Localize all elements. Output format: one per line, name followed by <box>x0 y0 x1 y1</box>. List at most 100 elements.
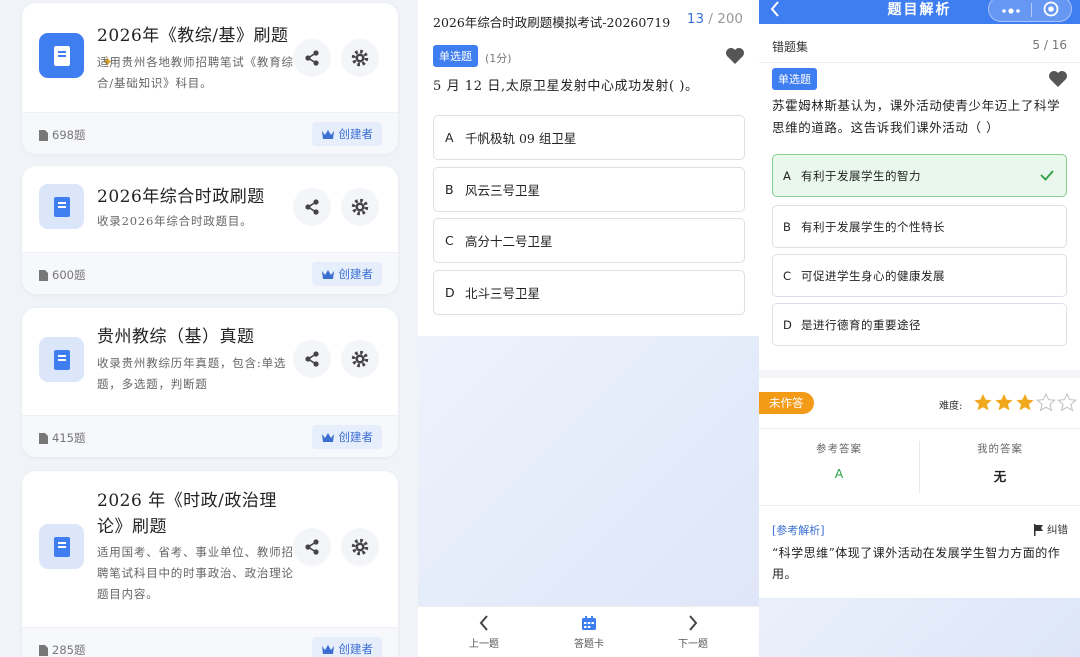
my-answer: 我的答案 无 <box>920 441 1080 485</box>
chevron-right-icon <box>689 615 698 631</box>
status-badge: 未作答 <box>759 392 814 414</box>
crown-icon <box>321 432 334 442</box>
report-error-button[interactable]: 纠错 <box>1033 522 1068 537</box>
option-a[interactable]: A 千帆极轨 09 组卫星 <box>433 115 745 160</box>
option-c[interactable]: C 高分十二号卫星 <box>433 218 745 263</box>
bank-title: 2026年综合时政刷题 <box>97 187 265 207</box>
chevron-left-icon <box>479 615 488 631</box>
question-text: 5 月 12 日,太原卫星发射中心成功发射( )。 <box>433 79 699 94</box>
book-icon <box>39 337 84 382</box>
question-count: 698题 <box>39 127 85 143</box>
background-area <box>759 598 1080 657</box>
more-dots-icon <box>1002 8 1020 14</box>
option-text: 可促进学生身心的健康发展 <box>801 268 945 283</box>
option-letter: C <box>445 233 454 248</box>
bank-description: 收录2026年综合时政题目。 <box>97 214 253 228</box>
bank-footer: 600题 创建者 <box>22 252 398 294</box>
divider <box>759 62 1080 63</box>
prev-question-button[interactable]: 上一题 <box>444 611 524 650</box>
gear-icon <box>351 350 369 368</box>
book-icon <box>39 524 84 569</box>
exam-title: 2026年综合时政刷题模拟考试-20260719 <box>433 15 671 30</box>
set-progress: 5 / 16 <box>1032 38 1067 52</box>
share-button[interactable] <box>293 340 331 378</box>
difficulty-stars <box>973 393 1077 412</box>
check-icon <box>1040 170 1054 181</box>
close-capsule-button[interactable] <box>1040 0 1062 18</box>
settings-button[interactable] <box>341 188 379 226</box>
bank-footer: 415题 创建者 <box>22 415 398 457</box>
question-type-badge: 单选题 <box>772 68 817 90</box>
creator-badge: 创建者 <box>311 122 382 146</box>
star-filled-icon <box>995 394 1013 411</box>
explanation-heading: [参考解析] <box>772 524 825 537</box>
share-button[interactable] <box>293 188 331 226</box>
option-letter: A <box>445 130 454 145</box>
share-icon <box>305 50 319 66</box>
option-text: 是进行德育的重要途径 <box>801 317 921 332</box>
gear-icon <box>351 198 369 216</box>
question-count: 415题 <box>39 430 85 446</box>
favorite-button[interactable] <box>1048 70 1068 92</box>
share-icon <box>305 351 319 367</box>
difficulty-label: 难度: <box>939 401 963 412</box>
book-icon <box>39 33 84 78</box>
exam-bottom-nav: 上一题 答题卡 下一题 <box>418 606 759 657</box>
bank-card[interactable]: 2026 年《时政/政治理论》刷题 适用国考、省考、事业单位、教师招聘笔试科目中… <box>22 471 398 657</box>
target-icon <box>1043 1 1059 17</box>
favorite-button[interactable] <box>725 47 745 69</box>
settings-button[interactable] <box>341 39 379 77</box>
share-button[interactable] <box>293 39 331 77</box>
answer-card-button[interactable]: 答题卡 <box>549 611 629 650</box>
more-button[interactable] <box>999 0 1023 18</box>
star-empty-icon <box>1036 393 1056 412</box>
option-text: 高分十二号卫星 <box>465 234 553 249</box>
bank-title: 2026 年《时政/政治理论》刷题 <box>97 491 277 537</box>
bank-description: 适用国考、省考、事业单位、教师招聘笔试科目中的时事政治、政治理论题目内容。 <box>97 545 294 601</box>
option-text: 风云三号卫星 <box>465 183 541 198</box>
settings-button[interactable] <box>341 528 379 566</box>
option-d: D 是进行德育的重要途径 <box>772 303 1067 346</box>
settings-button[interactable] <box>341 340 379 378</box>
ref-answer-label: 参考答案 <box>816 443 862 455</box>
question-count: 285题 <box>39 642 85 657</box>
creator-badge: 创建者 <box>311 637 382 657</box>
option-d[interactable]: D 北斗三号卫星 <box>433 270 745 315</box>
document-icon <box>39 269 48 281</box>
star-filled-icon <box>974 394 992 411</box>
share-icon <box>305 539 319 555</box>
option-letter: A <box>783 168 792 183</box>
calendar-icon <box>582 616 596 630</box>
question-type-badge: 单选题 <box>433 45 478 67</box>
explanation-text: “科学思维”体现了课外活动在发展学生智力方面的作用。 <box>772 546 1061 581</box>
option-letter: C <box>783 268 792 283</box>
book-icon <box>39 184 84 229</box>
bank-card[interactable]: 2026年《教综/基》刷题✦ 适用贵州各地教师招聘笔试《教育综合/基础知识》科目… <box>22 3 398 154</box>
divider <box>759 505 1080 506</box>
share-button[interactable] <box>293 528 331 566</box>
bank-description: 适用贵州各地教师招聘笔试《教育综合/基础知识》科目。 <box>97 55 294 90</box>
star-filled-icon <box>1016 394 1034 411</box>
option-b[interactable]: B 风云三号卫星 <box>433 167 745 212</box>
heart-icon <box>1049 71 1067 87</box>
question-count: 600题 <box>39 267 85 283</box>
crown-icon <box>321 129 334 139</box>
mini-program-capsule <box>988 0 1072 22</box>
ref-answer-value: A <box>834 466 844 481</box>
next-question-button[interactable]: 下一题 <box>653 611 733 650</box>
bank-card[interactable]: 贵州教综（基）真题 收录贵州教综历年真题，包含:单选题，多选题，判断题 415题… <box>22 308 398 457</box>
creator-badge: 创建者 <box>311 262 382 286</box>
flag-icon <box>1034 523 1043 536</box>
creator-badge: 创建者 <box>311 425 382 449</box>
background-area <box>418 336 759 606</box>
bank-description: 收录贵州教综历年真题，包含:单选题，多选题，判断题 <box>97 356 287 391</box>
star-empty-icon <box>1057 393 1077 412</box>
question-text: 苏霍姆林斯基认为，课外活动使青少年迈上了科学思维的道路。这告诉我们课外活动（ ） <box>772 98 1061 135</box>
bank-card[interactable]: 2026年综合时政刷题 收录2026年综合时政题目。 600题 创建者 <box>22 166 398 294</box>
divider <box>759 428 1080 429</box>
document-icon <box>39 644 48 656</box>
question-score: (1分) <box>485 52 512 65</box>
gear-icon <box>351 49 369 67</box>
gear-icon <box>351 538 369 556</box>
question-bank-list: 2026年《教综/基》刷题✦ 适用贵州各地教师招聘笔试《教育综合/基础知识》科目… <box>0 0 418 657</box>
